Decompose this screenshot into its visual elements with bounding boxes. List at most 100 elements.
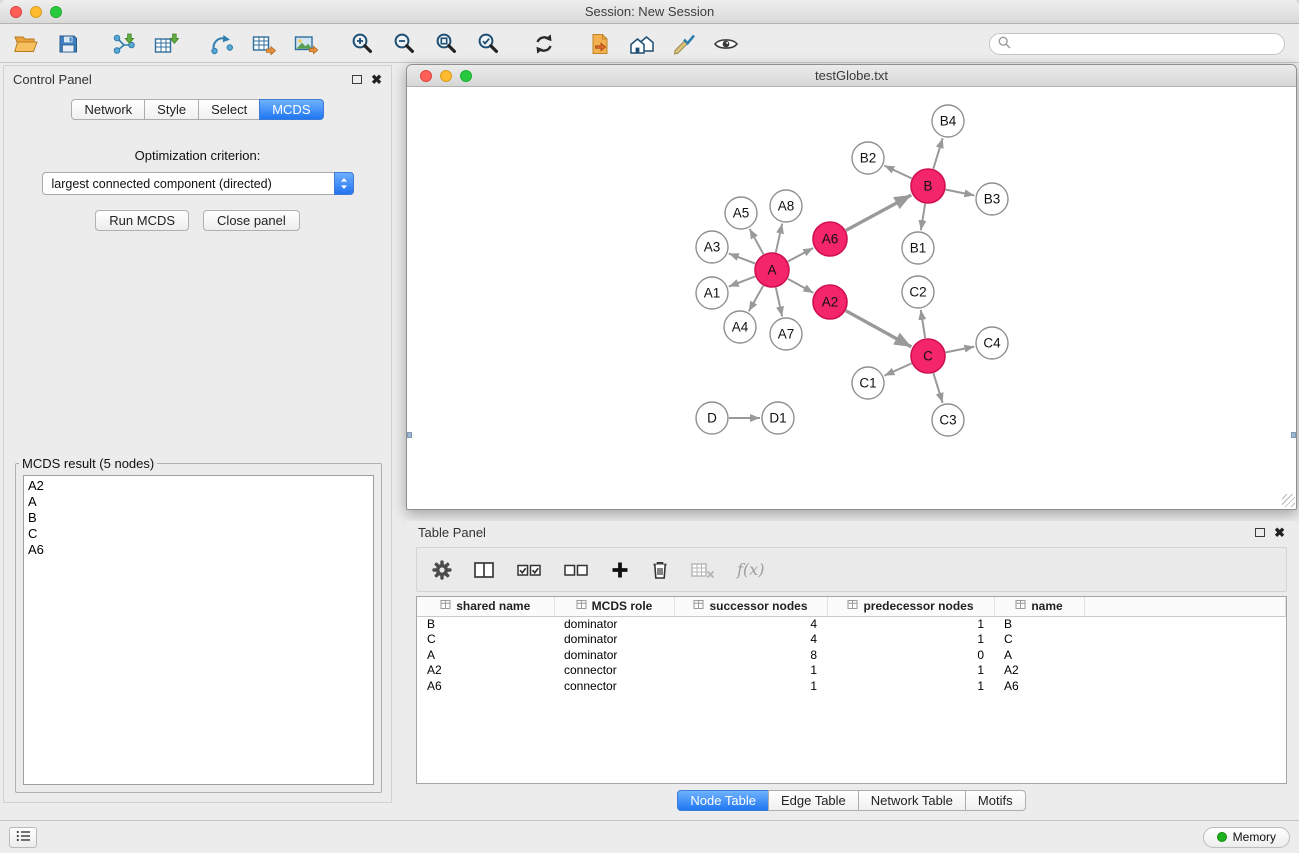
tab-mcds[interactable]: MCDS [259, 99, 323, 120]
column-header-predecessor-nodes[interactable]: predecessor nodes [827, 597, 994, 616]
search-box[interactable] [989, 33, 1285, 55]
table-row[interactable]: Bdominator41B [417, 616, 1286, 632]
column-header-successor-nodes[interactable]: successor nodes [674, 597, 827, 616]
column-header-name[interactable]: name [994, 597, 1084, 616]
graph-node-C3[interactable]: C3 [932, 404, 964, 436]
graph-node-A1[interactable]: A1 [696, 277, 728, 309]
close-table-panel-icon[interactable]: ✖ [1274, 526, 1285, 539]
table-cell[interactable]: 1 [827, 632, 994, 648]
table-cell[interactable]: dominator [554, 616, 674, 632]
graph-edge-C-C4[interactable] [946, 347, 975, 353]
zoom-out-icon[interactable] [388, 29, 420, 59]
column-header-mcds-role[interactable]: MCDS role [554, 597, 674, 616]
tab-motifs[interactable]: Motifs [965, 790, 1026, 811]
save-session-icon[interactable] [52, 29, 84, 59]
document-arrow-icon[interactable] [584, 29, 616, 59]
result-item[interactable]: C [24, 526, 373, 542]
graph-node-B2[interactable]: B2 [852, 142, 884, 174]
tab-select[interactable]: Select [198, 99, 260, 120]
table-cell[interactable]: A [994, 647, 1084, 663]
table-cell[interactable]: A [417, 647, 554, 663]
deselect-all-icon[interactable] [563, 560, 589, 580]
tab-node-table[interactable]: Node Table [677, 790, 769, 811]
graph-node-A3[interactable]: A3 [696, 231, 728, 263]
graph-node-C[interactable]: C [911, 339, 945, 373]
zoom-in-icon[interactable] [346, 29, 378, 59]
table-cell[interactable]: B [994, 616, 1084, 632]
table-cell[interactable]: 1 [827, 678, 994, 694]
graph-edge-A-A4[interactable] [749, 286, 763, 312]
table-cell[interactable]: A6 [417, 678, 554, 694]
graph-node-B3[interactable]: B3 [976, 183, 1008, 215]
graph-edge-B-B4[interactable] [933, 138, 942, 169]
zoom-selected-icon[interactable] [472, 29, 504, 59]
table-cell[interactable]: 1 [827, 616, 994, 632]
export-image-icon[interactable] [290, 29, 322, 59]
table-row[interactable]: Cdominator41C [417, 632, 1286, 648]
graph-edge-B-B3[interactable] [946, 190, 975, 196]
memory-button[interactable]: Memory [1203, 827, 1290, 848]
graph-edge-C-C3[interactable] [933, 373, 942, 403]
annotation-check-icon[interactable] [668, 29, 700, 59]
show-graphics-details-icon[interactable] [710, 29, 742, 59]
delete-row-icon[interactable] [651, 560, 669, 580]
search-input[interactable] [1016, 36, 1276, 51]
table-cell[interactable]: 8 [674, 647, 827, 663]
zoom-fit-icon[interactable] [430, 29, 462, 59]
table-cell[interactable]: C [417, 632, 554, 648]
graph-edge-A2-C[interactable] [846, 311, 912, 347]
table-cell[interactable]: B [417, 616, 554, 632]
table-cell[interactable]: 4 [674, 632, 827, 648]
table-cell[interactable]: 1 [674, 678, 827, 694]
select-all-icon[interactable] [516, 560, 542, 580]
table-cell[interactable]: A6 [994, 678, 1084, 694]
result-item[interactable]: A [24, 494, 373, 510]
close-panel-button[interactable]: Close panel [203, 210, 300, 231]
graph-node-A[interactable]: A [755, 253, 789, 287]
graph-edge-C-C1[interactable] [884, 363, 911, 375]
table-cell[interactable]: 1 [827, 663, 994, 679]
tab-edge-table[interactable]: Edge Table [768, 790, 859, 811]
network-graph[interactable]: B4B2BB3B1A5A8A6A3AA1C2A2A4A7C4CC1C3DD1 [407, 87, 1296, 508]
import-network-icon[interactable] [108, 29, 140, 59]
graph-node-A4[interactable]: A4 [724, 311, 756, 343]
graph-node-B[interactable]: B [911, 169, 945, 203]
open-session-icon[interactable] [10, 29, 42, 59]
graph-node-C4[interactable]: C4 [976, 327, 1008, 359]
graph-node-B1[interactable]: B1 [902, 232, 934, 264]
graph-edge-A-A5[interactable] [750, 229, 764, 254]
column-header-shared-name[interactable]: shared name [417, 597, 554, 616]
table-cell[interactable]: C [994, 632, 1084, 648]
import-table-icon[interactable] [150, 29, 182, 59]
export-table-icon[interactable] [248, 29, 280, 59]
resize-grip[interactable] [1282, 494, 1295, 507]
table-cell[interactable]: 4 [674, 616, 827, 632]
result-item[interactable]: A2 [24, 478, 373, 494]
graph-node-A5[interactable]: A5 [725, 197, 757, 229]
task-history-button[interactable] [9, 827, 37, 848]
graph-edge-B-B2[interactable] [884, 166, 911, 179]
table-cell[interactable]: connector [554, 663, 674, 679]
table-cell[interactable]: 0 [827, 647, 994, 663]
graph-edge-A-A8[interactable] [776, 224, 782, 253]
network-canvas[interactable]: B4B2BB3B1A5A8A6A3AA1C2A2A4A7C4CC1C3DD1 [407, 87, 1296, 508]
tab-network[interactable]: Network [71, 99, 145, 120]
apply-layout-icon[interactable] [528, 29, 560, 59]
graph-node-D[interactable]: D [696, 402, 728, 434]
mcds-result-list[interactable]: A2ABCA6 [23, 475, 374, 785]
graph-edge-A-A3[interactable] [729, 253, 755, 263]
column-icon[interactable] [473, 560, 495, 580]
export-network-icon[interactable] [206, 29, 238, 59]
graph-edge-C-C2[interactable] [921, 310, 925, 338]
graph-node-A6[interactable]: A6 [813, 222, 847, 256]
table-row[interactable]: A6connector11A6 [417, 678, 1286, 694]
optimization-criterion-select[interactable]: largest connected component (directed) [42, 172, 354, 195]
run-mcds-button[interactable]: Run MCDS [95, 210, 189, 231]
close-panel-icon[interactable]: ✖ [371, 73, 382, 86]
graph-edge-B-B1[interactable] [921, 204, 925, 230]
table-cell[interactable]: dominator [554, 632, 674, 648]
graph-node-A7[interactable]: A7 [770, 318, 802, 350]
result-item[interactable]: A6 [24, 542, 373, 558]
graph-node-B4[interactable]: B4 [932, 105, 964, 137]
table-row[interactable]: Adominator80A [417, 647, 1286, 663]
